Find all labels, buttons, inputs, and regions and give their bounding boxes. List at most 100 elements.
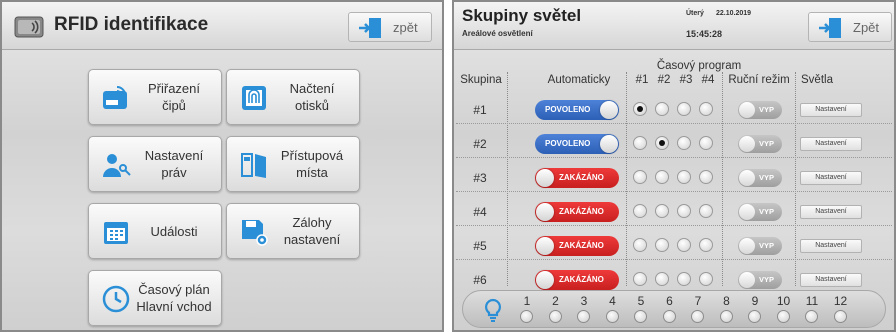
auto-toggle[interactable]: ZAKÁZÁNO — [535, 202, 619, 222]
program-4-radio[interactable] — [699, 136, 713, 150]
lamp-number: 9 — [751, 294, 759, 308]
program-2-radio[interactable] — [655, 204, 669, 218]
day-label: Úterý — [686, 10, 704, 17]
program-1-radio[interactable] — [633, 170, 647, 184]
lamp-indicator[interactable] — [548, 310, 562, 323]
toggle-knob — [739, 136, 755, 152]
program-3-radio[interactable] — [677, 204, 691, 218]
program-1-radio[interactable] — [633, 238, 647, 252]
program-2-radio[interactable] — [655, 136, 669, 150]
tile-label: Časový plán Hlavní vchod — [136, 282, 212, 314]
manual-mode-toggle[interactable]: VYP — [738, 101, 782, 119]
tile-chip-assignment[interactable]: Přiřazení čipů — [88, 69, 222, 125]
light-bulb-icon — [484, 298, 502, 322]
lamp-indicator[interactable] — [634, 310, 647, 323]
lamp-number: 1 — [523, 294, 531, 308]
manual-mode-toggle[interactable]: VYP — [738, 203, 782, 221]
program-3-radio[interactable] — [677, 102, 691, 116]
auto-toggle-label: POVOLENO — [545, 105, 591, 114]
program-1-radio[interactable] — [633, 102, 647, 116]
divider — [795, 72, 796, 286]
program-3-radio[interactable] — [677, 272, 691, 286]
manual-mode-toggle[interactable]: VYP — [738, 271, 782, 289]
column-header-lights: Světla — [801, 74, 833, 86]
program-2-radio[interactable] — [655, 170, 669, 184]
lamp-indicator[interactable] — [833, 310, 847, 323]
lamps-bar: 1 2 3 4 5 6 7 8 9 10 11 12 — [462, 290, 886, 328]
lamp-indicator[interactable] — [662, 310, 676, 323]
program-3-radio[interactable] — [677, 238, 691, 252]
rfid-screen: RFID identifikace zpět Přiřazení čipů Na… — [0, 0, 444, 332]
tile-settings-backup[interactable]: Zálohy nastavení — [226, 203, 360, 259]
program-3-radio[interactable] — [677, 136, 691, 150]
rfid-card-icon — [14, 16, 44, 38]
page-subtitle: Areálové osvětlení — [462, 29, 533, 38]
save-settings-icon — [242, 220, 268, 246]
program-4-radio[interactable] — [699, 102, 713, 116]
column-header-program-1: #1 — [635, 74, 649, 86]
program-2-radio[interactable] — [655, 102, 669, 116]
program-4-radio[interactable] — [699, 170, 713, 184]
manual-mode-toggle[interactable]: VYP — [738, 169, 782, 187]
back-button[interactable]: zpět — [348, 12, 432, 42]
page-title: Skupiny světel — [462, 6, 582, 25]
lamp-indicator[interactable] — [748, 310, 761, 323]
program-4-radio[interactable] — [699, 238, 713, 252]
auto-toggle[interactable]: ZAKÁZÁNO — [535, 270, 619, 290]
lights-settings-button[interactable]: Nastavení — [800, 103, 862, 117]
program-4-radio[interactable] — [699, 204, 713, 218]
program-1-radio[interactable] — [633, 204, 647, 218]
auto-toggle[interactable]: POVOLENO — [535, 100, 619, 120]
tile-events[interactable]: Události — [88, 203, 222, 259]
program-1-radio[interactable] — [633, 136, 647, 150]
group-number: #6 — [473, 273, 487, 287]
row-divider — [456, 225, 892, 226]
tile-access-points[interactable]: Přístupová místa — [226, 136, 360, 192]
tile-label: Nastavení práv — [144, 148, 204, 180]
group-number: #3 — [473, 171, 487, 185]
lamp-number: 8 — [723, 294, 730, 308]
auto-toggle-label: ZAKÁZÁNO — [559, 241, 604, 250]
lamp-indicator[interactable] — [520, 310, 533, 323]
lamp-indicator[interactable] — [719, 310, 733, 323]
lamp-indicator[interactable] — [691, 310, 704, 323]
lamp-number: 3 — [580, 294, 588, 308]
manual-mode-toggle[interactable]: VYP — [738, 135, 782, 153]
auto-toggle[interactable]: POVOLENO — [535, 134, 619, 154]
auto-toggle[interactable]: ZAKÁZÁNO — [535, 236, 619, 256]
tile-label: Události — [150, 223, 198, 239]
tile-fingerprint-load[interactable]: Načtení otisků — [226, 69, 360, 125]
tile-label: Přiřazení čipů — [147, 81, 201, 113]
manual-mode-toggle[interactable]: VYP — [738, 237, 782, 255]
lights-settings-button[interactable]: Nastavení — [800, 137, 862, 151]
lights-settings-button[interactable]: Nastavení — [800, 239, 862, 253]
column-header-program-4: #4 — [701, 74, 715, 86]
lamp-indicator[interactable] — [805, 310, 818, 323]
rfid-card-icon — [103, 86, 127, 109]
lamp-number: 12 — [833, 294, 848, 308]
lights-settings-button[interactable]: Nastavení — [800, 171, 862, 185]
toggle-knob — [536, 203, 554, 221]
lamp-number: 7 — [694, 294, 702, 308]
group-number: #4 — [473, 205, 487, 219]
lamp-indicator[interactable] — [577, 310, 590, 323]
row-divider — [456, 123, 892, 124]
lamp-indicator[interactable] — [605, 310, 619, 323]
tile-rights-settings[interactable]: Nastavení práv — [88, 136, 222, 192]
lights-settings-button[interactable]: Nastavení — [800, 205, 862, 219]
program-3-radio[interactable] — [677, 170, 691, 184]
lamp-indicator[interactable] — [776, 310, 790, 323]
tile-time-plan[interactable]: Časový plán Hlavní vchod — [88, 270, 222, 326]
fingerprint-reader-icon — [242, 86, 266, 110]
manual-mode-label: VYP — [759, 139, 775, 148]
column-header-group: Skupina — [460, 74, 502, 86]
lights-settings-button[interactable]: Nastavení — [800, 273, 862, 287]
program-2-radio[interactable] — [655, 272, 669, 286]
auto-toggle-label: ZAKÁZÁNO — [559, 207, 604, 216]
program-2-radio[interactable] — [655, 238, 669, 252]
back-button[interactable]: Zpět — [808, 12, 892, 42]
row-divider — [456, 259, 892, 260]
auto-toggle[interactable]: ZAKÁZÁNO — [535, 168, 619, 188]
program-4-radio[interactable] — [699, 272, 713, 286]
program-1-radio[interactable] — [633, 272, 647, 286]
